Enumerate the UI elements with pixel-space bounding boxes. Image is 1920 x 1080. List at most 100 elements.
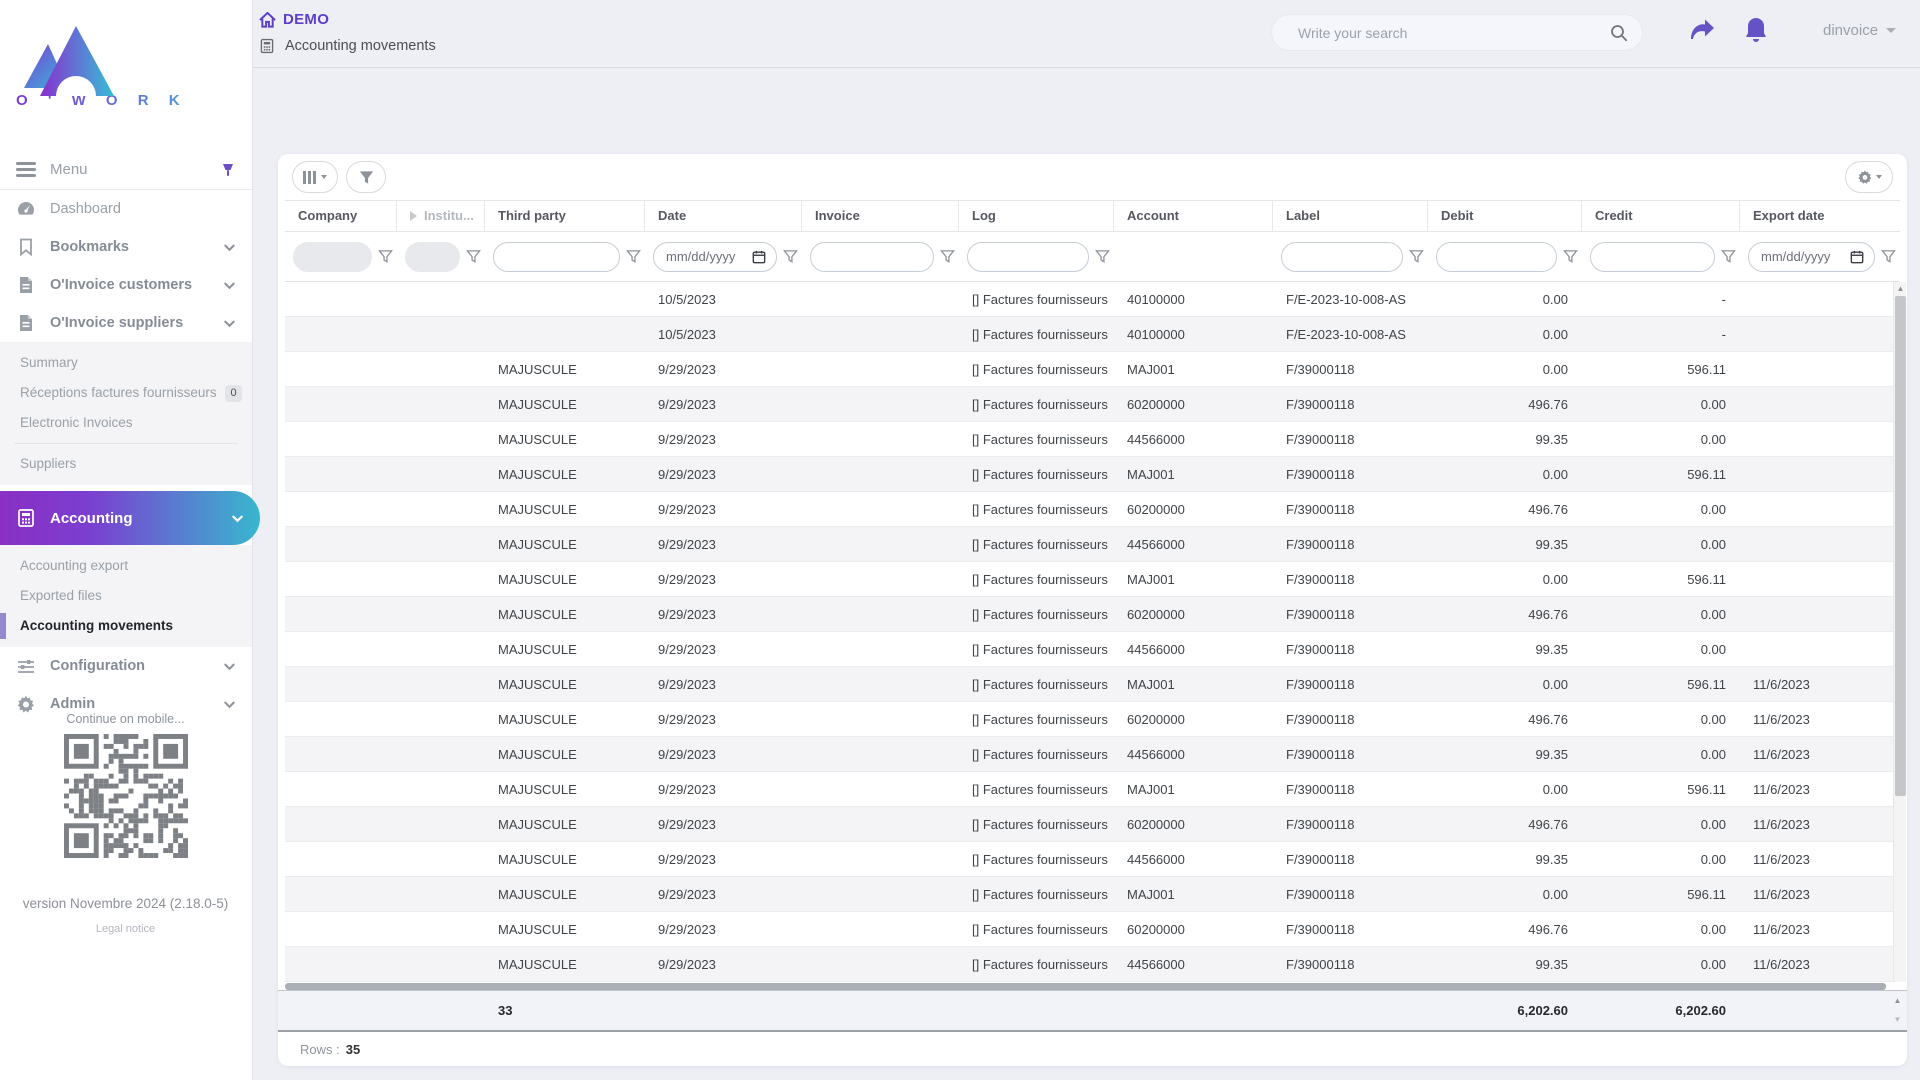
table-row[interactable]: MAJUSCULE 9/29/2023 [] Factures fournisseu… bbox=[285, 807, 1900, 842]
cell-export-date: 11/6/2023 bbox=[1753, 782, 1810, 797]
column-header-third-party[interactable]: Third party bbox=[485, 201, 645, 231]
scroll-up-arrow[interactable]: ▲ bbox=[1894, 282, 1907, 295]
sidebar-item-configuration[interactable]: Configuration bbox=[0, 647, 252, 685]
column-header-export-date[interactable]: Export date bbox=[1740, 201, 1900, 231]
sidebar-item-accounting[interactable]: Accounting bbox=[0, 491, 260, 545]
columns-button[interactable] bbox=[292, 161, 338, 193]
table-row[interactable]: MAJUSCULE 9/29/2023 [] Factures fournisseu… bbox=[285, 597, 1900, 632]
sidebar-item-bookmarks[interactable]: Bookmarks bbox=[0, 228, 252, 266]
funnel-filter-icon[interactable] bbox=[626, 249, 641, 264]
table-row[interactable]: MAJUSCULE 9/29/2023 [] Factures fournisseu… bbox=[285, 527, 1900, 562]
filter-input-log[interactable] bbox=[967, 241, 1089, 272]
table-row[interactable]: MAJUSCULE 9/29/2023 [] Factures fournisseu… bbox=[285, 492, 1900, 527]
column-header-log[interactable]: Log bbox=[959, 201, 1114, 231]
total-institu bbox=[397, 991, 485, 1030]
search-icon[interactable] bbox=[1610, 24, 1628, 42]
sidebar-item-oinvoice-customers[interactable]: O'Invoice customers bbox=[0, 266, 252, 304]
cell-export-date bbox=[1740, 387, 1900, 421]
funnel-filter-icon[interactable] bbox=[1095, 249, 1110, 264]
cell-company bbox=[285, 877, 397, 911]
chevron-down-icon bbox=[224, 701, 235, 708]
cell-third-party: MAJUSCULE bbox=[498, 467, 577, 482]
cell-institu bbox=[397, 317, 485, 351]
cell-export-date: 11/6/2023 bbox=[1753, 852, 1810, 867]
column-header-institu[interactable]: Institu... bbox=[397, 201, 485, 231]
table-row[interactable]: MAJUSCULE 9/29/2023 [] Factures fournisseu… bbox=[285, 842, 1900, 877]
scroll-up-arrow[interactable]: ▲ bbox=[1891, 994, 1904, 1007]
table-row[interactable]: MAJUSCULE 9/29/2023 [] Factures fournisseu… bbox=[285, 877, 1900, 912]
legal-notice-link[interactable]: Legal notice bbox=[0, 923, 251, 935]
sidebar-subitem-suppliers[interactable]: Suppliers bbox=[0, 449, 252, 479]
table-row[interactable]: MAJUSCULE 9/29/2023 [] Factures fournisseu… bbox=[285, 352, 1900, 387]
column-header-debit[interactable]: Debit bbox=[1428, 201, 1582, 231]
column-header-account[interactable]: Account bbox=[1114, 201, 1273, 231]
sidebar-subitem-exported-files[interactable]: Exported files bbox=[0, 581, 252, 611]
column-header-label[interactable]: Label bbox=[1273, 201, 1428, 231]
funnel-filter-icon[interactable] bbox=[1881, 249, 1896, 264]
table-row[interactable]: MAJUSCULE 9/29/2023 [] Factures fournisseu… bbox=[285, 632, 1900, 667]
table-row[interactable]: MAJUSCULE 9/29/2023 [] Factures fournisseu… bbox=[285, 667, 1900, 702]
user-menu[interactable]: dinvoice bbox=[1823, 22, 1897, 39]
sidebar-subitem-summary[interactable]: Summary bbox=[0, 348, 252, 378]
funnel-filter-icon[interactable] bbox=[466, 249, 481, 264]
filter-date-input-date[interactable]: mm/dd/yyyy bbox=[653, 241, 777, 272]
page-title: Accounting movements bbox=[285, 38, 436, 54]
expand-column-icon[interactable] bbox=[410, 211, 417, 221]
app-badge[interactable]: DEMO bbox=[283, 11, 329, 28]
global-search[interactable] bbox=[1271, 14, 1643, 51]
column-header-credit[interactable]: Credit bbox=[1582, 201, 1740, 231]
filter-button[interactable] bbox=[346, 161, 386, 193]
share-icon[interactable] bbox=[1686, 14, 1718, 46]
table-row[interactable]: MAJUSCULE 9/29/2023 [] Factures fournisseu… bbox=[285, 947, 1900, 982]
filter-date-input-export-date[interactable]: mm/dd/yyyy bbox=[1748, 241, 1875, 272]
notifications-bell-icon[interactable] bbox=[1740, 14, 1772, 46]
filter-input-label[interactable] bbox=[1281, 241, 1403, 272]
table-row[interactable]: MAJUSCULE 9/29/2023 [] Factures fournisseu… bbox=[285, 912, 1900, 947]
calendar-icon[interactable] bbox=[752, 250, 766, 264]
top-header: DEMO Accounting movements dinvoice bbox=[253, 0, 1920, 68]
home-icon[interactable] bbox=[259, 11, 276, 28]
table-row[interactable]: MAJUSCULE 9/29/2023 [] Factures fournisseu… bbox=[285, 737, 1900, 772]
table-row[interactable]: MAJUSCULE 9/29/2023 [] Factures fournisseu… bbox=[285, 702, 1900, 737]
scroll-down-arrow[interactable]: ▼ bbox=[1891, 1013, 1904, 1026]
sidebar-subitem-electronic-invoices[interactable]: Electronic Invoices bbox=[0, 408, 252, 438]
qr-code bbox=[63, 734, 188, 858]
vertical-scrollbar[interactable]: ▲ bbox=[1893, 282, 1906, 982]
table-row[interactable]: MAJUSCULE 9/29/2023 [] Factures fournisseu… bbox=[285, 422, 1900, 457]
filter-input-debit[interactable] bbox=[1436, 241, 1557, 272]
cell-account: 60200000 bbox=[1127, 397, 1185, 412]
table-row[interactable]: MAJUSCULE 9/29/2023 [] Factures fournisseu… bbox=[285, 772, 1900, 807]
column-header-date[interactable]: Date bbox=[645, 201, 802, 231]
funnel-filter-icon[interactable] bbox=[1721, 249, 1736, 264]
sidebar-subitem-accounting-movements[interactable]: Accounting movements bbox=[0, 611, 252, 641]
pin-icon[interactable] bbox=[220, 162, 236, 178]
table-footer: Rows : 35 bbox=[278, 1032, 1907, 1066]
vertical-scrollbar-thumb[interactable] bbox=[1895, 296, 1906, 796]
table-row[interactable]: 10/5/2023 [] Factures fournisseurs 4010000… bbox=[285, 282, 1900, 317]
funnel-filter-icon[interactable] bbox=[783, 249, 798, 264]
hamburger-icon[interactable] bbox=[16, 159, 36, 181]
filter-input-invoice[interactable] bbox=[810, 241, 934, 272]
sidebar-item-oinvoice-suppliers[interactable]: O'Invoice suppliers bbox=[0, 304, 252, 342]
sidebar-subitem-accounting-export[interactable]: Accounting export bbox=[0, 551, 252, 581]
horizontal-scrollbar[interactable] bbox=[285, 983, 1886, 990]
table-settings-button[interactable] bbox=[1845, 161, 1893, 193]
cell-credit: 0.00 bbox=[1700, 607, 1726, 622]
funnel-filter-icon[interactable] bbox=[1563, 249, 1578, 264]
funnel-filter-icon[interactable] bbox=[1409, 249, 1424, 264]
column-header-company[interactable]: Company bbox=[285, 201, 397, 231]
sidebar-subitem-r-ceptions-factures-fournisseurs[interactable]: Réceptions factures fournisseurs 0 bbox=[0, 378, 252, 408]
calendar-icon[interactable] bbox=[1850, 250, 1864, 264]
column-header-invoice[interactable]: Invoice bbox=[802, 201, 959, 231]
table-row[interactable]: MAJUSCULE 9/29/2023 [] Factures fournisseu… bbox=[285, 387, 1900, 422]
cell-log: [] Factures fournisseurs bbox=[972, 502, 1108, 517]
filter-input-third-party[interactable] bbox=[493, 241, 620, 272]
search-input[interactable] bbox=[1298, 24, 1610, 41]
table-row[interactable]: MAJUSCULE 9/29/2023 [] Factures fournisseu… bbox=[285, 457, 1900, 492]
filter-input-credit[interactable] bbox=[1590, 241, 1715, 272]
funnel-filter-icon[interactable] bbox=[378, 249, 393, 264]
table-row[interactable]: MAJUSCULE 9/29/2023 [] Factures fournisseu… bbox=[285, 562, 1900, 597]
table-row[interactable]: 10/5/2023 [] Factures fournisseurs 4010000… bbox=[285, 317, 1900, 352]
funnel-filter-icon[interactable] bbox=[940, 249, 955, 264]
sidebar-item-dashboard[interactable]: Dashboard bbox=[0, 190, 252, 228]
